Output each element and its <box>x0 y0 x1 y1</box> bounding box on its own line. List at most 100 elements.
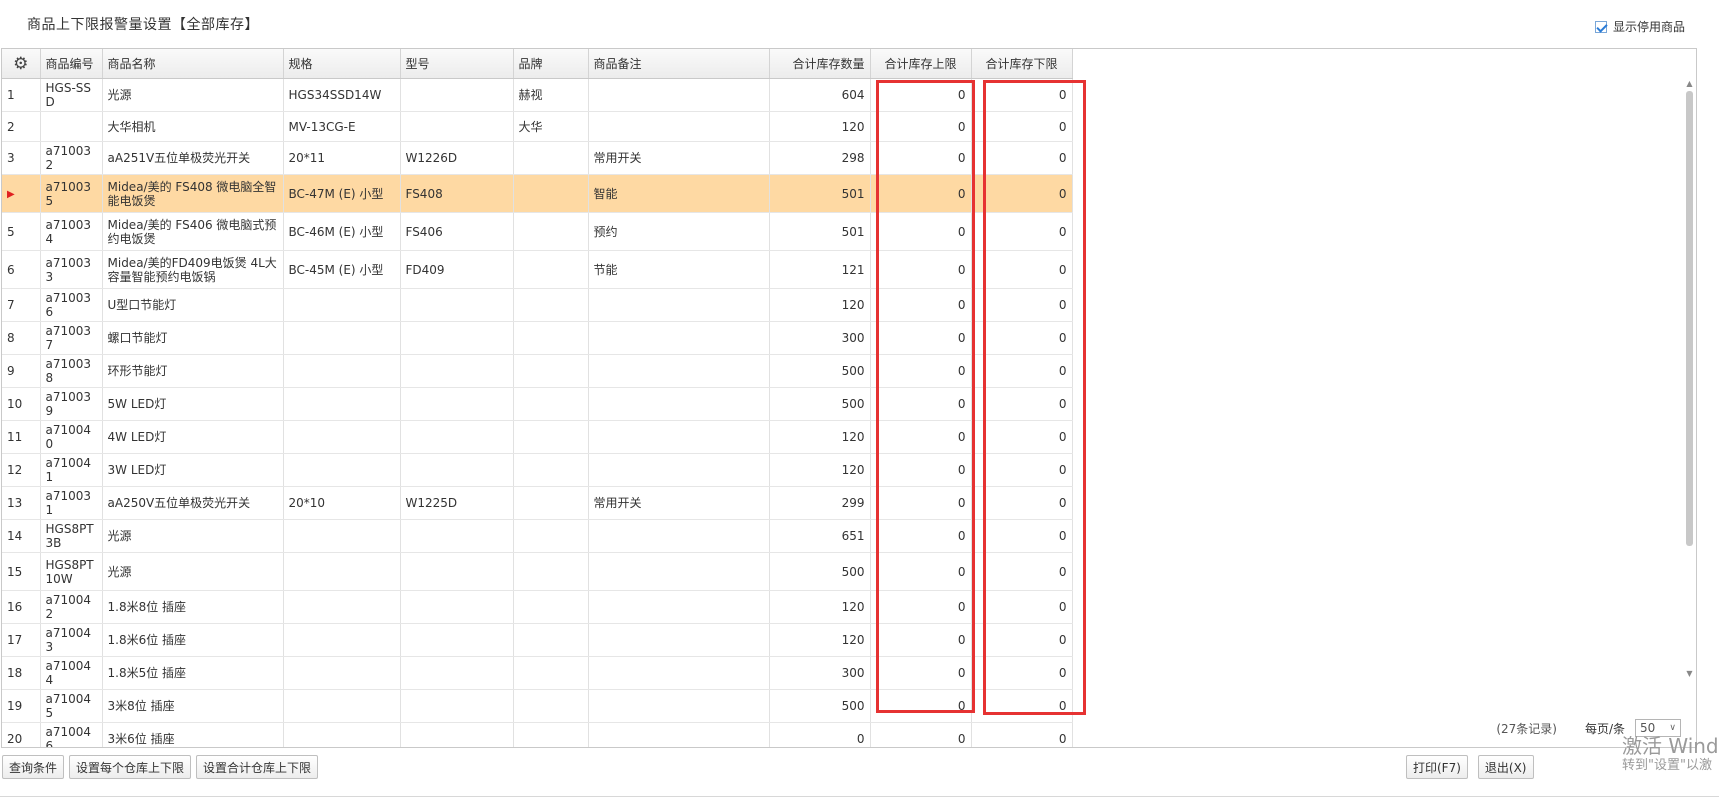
table-row[interactable]: 1 HGS-SSD 光源 HGS34SSD14W 赫视 604 0 0 <box>2 78 1073 112</box>
set-total-warehouse-limits-button[interactable]: 设置合计仓库上下限 <box>196 755 319 779</box>
cell-upper[interactable]: 0 <box>870 354 972 388</box>
cell-brand: 大华 <box>513 111 589 142</box>
scroll-thumb[interactable] <box>1686 91 1693 546</box>
cell-lower[interactable]: 0 <box>971 212 1073 251</box>
cell-upper[interactable]: 0 <box>870 111 972 142</box>
scroll-down-icon[interactable]: ▼ <box>1684 669 1695 679</box>
bottom-divider <box>0 796 1719 797</box>
table-row[interactable]: 11 a710040 4W LED灯 120 0 0 <box>2 420 1073 454</box>
column-header-remark[interactable]: 商品备注 <box>588 49 770 79</box>
cell-upper[interactable]: 0 <box>870 420 972 454</box>
cell-lower[interactable]: 0 <box>971 288 1073 322</box>
cell-upper[interactable]: 0 <box>870 453 972 487</box>
cell-code: a710040 <box>40 420 103 454</box>
cell-code: a710033 <box>40 250 103 289</box>
column-header-model[interactable]: 型号 <box>400 49 514 79</box>
cell-name: aA251V五位单极荧光开关 <box>102 141 284 175</box>
cell-upper[interactable]: 0 <box>870 141 972 175</box>
cell-spec <box>283 420 401 454</box>
cell-model <box>400 321 514 355</box>
cell-name: Midea/美的FD409电饭煲 4L大容量智能预约电饭锅 <box>102 250 284 289</box>
cell-lower[interactable]: 0 <box>971 250 1073 289</box>
cell-remark <box>588 387 770 421</box>
table-row[interactable]: 14 HGS8PT3B 光源 651 0 0 <box>2 519 1073 553</box>
cell-lower[interactable]: 0 <box>971 174 1073 213</box>
cell-upper[interactable]: 0 <box>870 78 972 112</box>
table-row[interactable]: 15 HGS8PT10W 光源 500 0 0 <box>2 552 1073 591</box>
cell-upper[interactable]: 0 <box>870 387 972 421</box>
cell-upper[interactable]: 0 <box>870 590 972 624</box>
cell-lower[interactable]: 0 <box>971 623 1073 657</box>
exit-button[interactable]: 退出(X) <box>1477 755 1534 779</box>
cell-lower[interactable]: 0 <box>971 486 1073 520</box>
column-settings-button[interactable]: ⚙ <box>2 49 41 79</box>
print-button[interactable]: 打印(F7) <box>1406 755 1468 779</box>
cell-upper[interactable]: 0 <box>870 519 972 553</box>
column-header-name[interactable]: 商品名称 <box>102 49 284 79</box>
cell-lower[interactable]: 0 <box>971 590 1073 624</box>
cell-stock: 500 <box>769 387 871 421</box>
cell-remark <box>588 288 770 322</box>
table-row[interactable]: 3 a710032 aA251V五位单极荧光开关 20*11 W1226D 常用开关 298… <box>2 141 1073 175</box>
show-disabled-toggle[interactable]: 显示停用商品 <box>1594 18 1685 35</box>
column-header-upper[interactable]: 合计库存上限 <box>870 49 972 79</box>
cell-stock: 120 <box>769 453 871 487</box>
cell-upper[interactable]: 0 <box>870 486 972 520</box>
cell-lower[interactable]: 0 <box>971 111 1073 142</box>
cell-upper[interactable]: 0 <box>870 321 972 355</box>
cell-upper[interactable]: 0 <box>870 250 972 289</box>
table-row[interactable]: 2 大华相机 MV-13CG-E 大华 120 0 0 <box>2 111 1073 142</box>
column-header-brand[interactable]: 品牌 <box>513 49 589 79</box>
column-header-stock[interactable]: 合计库存数量 <box>769 49 871 79</box>
cell-remark <box>588 623 770 657</box>
show-disabled-checkbox[interactable] <box>1594 20 1607 33</box>
query-conditions-button[interactable]: 查询条件 <box>2 755 65 779</box>
cell-lower[interactable]: 0 <box>971 141 1073 175</box>
table-row[interactable]: ▶ a710035 Midea/美的 FS408 微电脑全智能电饭煲 BC-47M (… <box>2 174 1073 213</box>
table-row[interactable]: 17 a710043 1.8米6位 插座 120 0 0 <box>2 623 1073 657</box>
cell-lower[interactable]: 0 <box>971 321 1073 355</box>
cell-brand <box>513 486 589 520</box>
cell-lower[interactable]: 0 <box>971 453 1073 487</box>
cell-lower[interactable]: 0 <box>971 420 1073 454</box>
cell-stock: 121 <box>769 250 871 289</box>
cell-lower[interactable]: 0 <box>971 519 1073 553</box>
cell-upper[interactable]: 0 <box>870 623 972 657</box>
scroll-up-icon[interactable]: ▲ <box>1684 79 1695 89</box>
column-header-spec[interactable]: 规格 <box>283 49 401 79</box>
cell-lower[interactable]: 0 <box>971 354 1073 388</box>
cell-lower[interactable]: 0 <box>971 78 1073 112</box>
cell-code: a710041 <box>40 453 103 487</box>
cell-lower[interactable]: 0 <box>971 552 1073 591</box>
cell-name: 1.8米8位 插座 <box>102 590 284 624</box>
cell-stock: 120 <box>769 111 871 142</box>
cell-upper[interactable]: 0 <box>870 288 972 322</box>
table-row[interactable]: 16 a710042 1.8米8位 插座 120 0 0 <box>2 590 1073 624</box>
cell-lower[interactable]: 0 <box>971 387 1073 421</box>
cell-name: 5W LED灯 <box>102 387 284 421</box>
vertical-scrollbar[interactable]: ▲ ▼ <box>1684 79 1695 679</box>
cell-upper[interactable]: 0 <box>870 212 972 251</box>
column-header-code[interactable]: 商品编号 <box>40 49 103 79</box>
cell-model: W1225D <box>400 486 514 520</box>
table-row[interactable]: 6 a710033 Midea/美的FD409电饭煲 4L大容量智能预约电饭锅 BC-… <box>2 250 1073 289</box>
cell-upper[interactable]: 0 <box>870 174 972 213</box>
table-row[interactable]: 10 a710039 5W LED灯 500 0 0 <box>2 387 1073 421</box>
column-header-lower[interactable]: 合计库存下限 <box>971 49 1073 79</box>
table-row[interactable]: 18 a710044 1.8米5位 插座 300 0 0 <box>2 656 1073 690</box>
gear-icon[interactable]: ⚙ <box>7 54 35 74</box>
cell-lower[interactable]: 0 <box>971 656 1073 690</box>
cell-name: 光源 <box>102 519 284 553</box>
table-row[interactable]: 5 a710034 Midea/美的 FS406 微电脑式预约电饭煲 BC-46M (… <box>2 212 1073 251</box>
cell-name: 光源 <box>102 78 284 112</box>
table-row[interactable]: 13 a710031 aA250V五位单极荧光开关 20*10 W1225D 常用开关 29… <box>2 486 1073 520</box>
cell-upper[interactable]: 0 <box>870 656 972 690</box>
cell-model <box>400 656 514 690</box>
set-each-warehouse-limits-button[interactable]: 设置每个仓库上下限 <box>69 755 192 779</box>
table-row[interactable]: 9 a710038 环形节能灯 500 0 0 <box>2 354 1073 388</box>
table-row[interactable]: 8 a710037 螺口节能灯 300 0 0 <box>2 321 1073 355</box>
cell-brand <box>513 552 589 591</box>
cell-upper[interactable]: 0 <box>870 552 972 591</box>
table-row[interactable]: 7 a710036 U型口节能灯 120 0 0 <box>2 288 1073 322</box>
table-row[interactable]: 12 a710041 3W LED灯 120 0 0 <box>2 453 1073 487</box>
